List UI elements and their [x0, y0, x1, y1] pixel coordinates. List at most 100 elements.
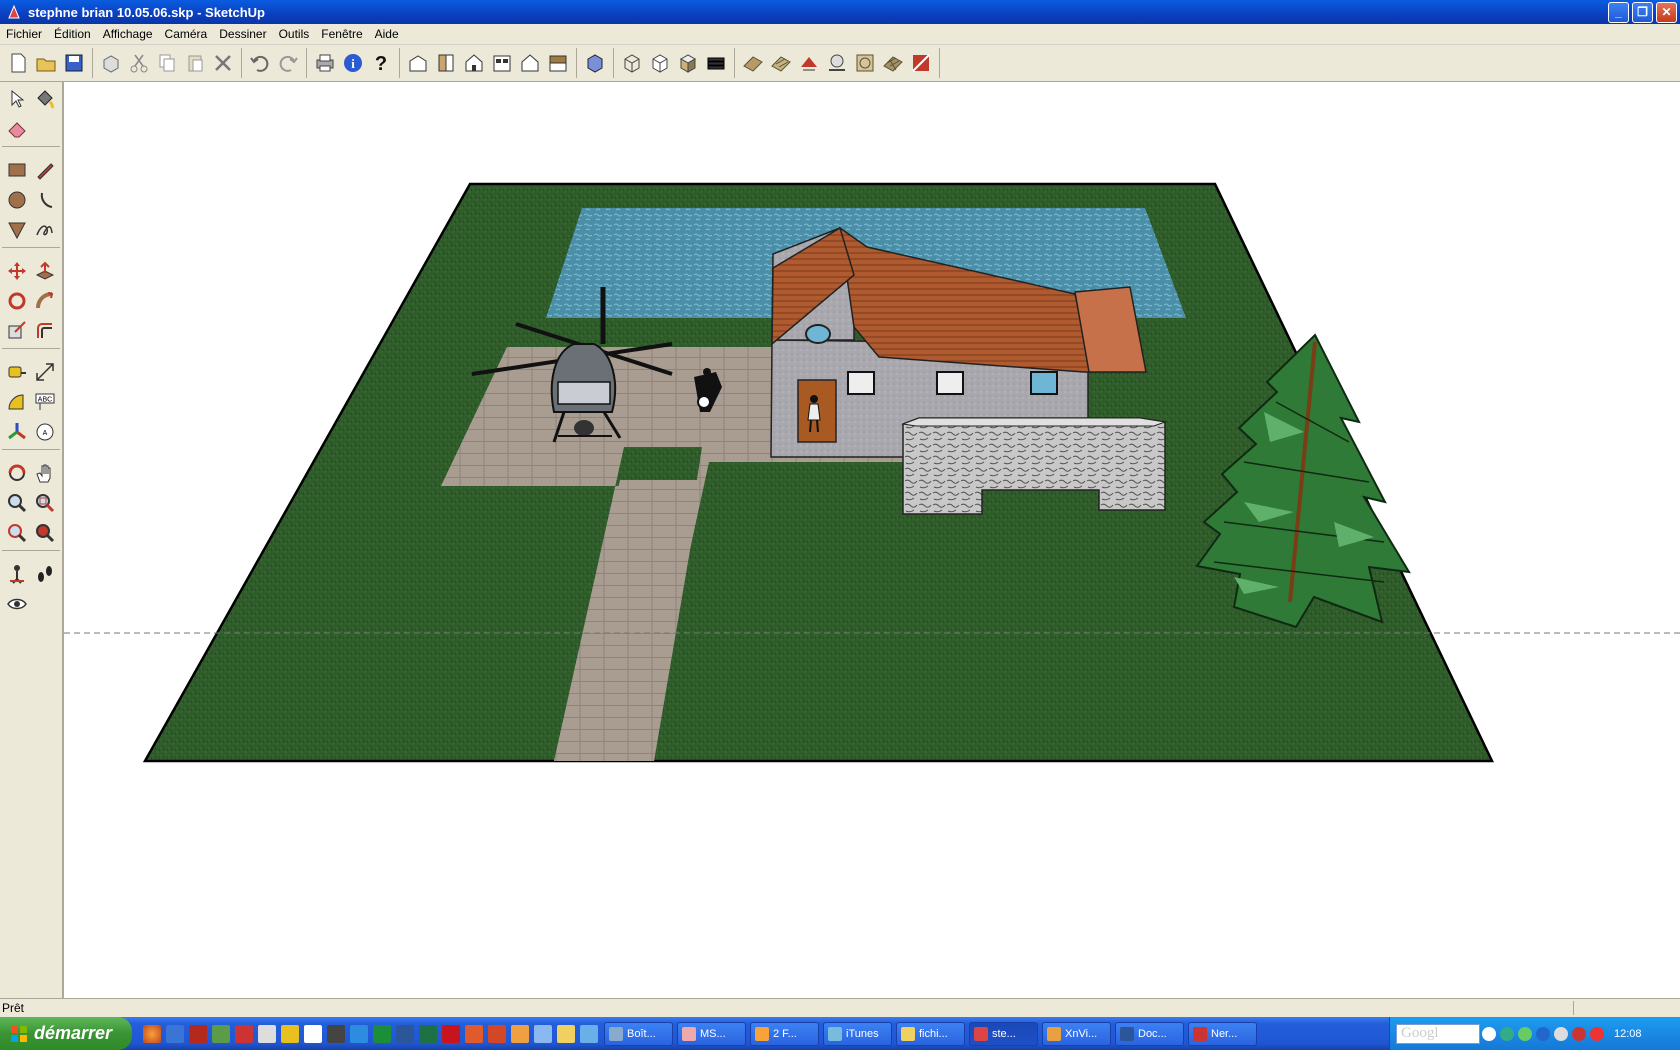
walk-footprints-icon[interactable]	[31, 560, 59, 588]
media-icon[interactable]	[257, 1024, 276, 1043]
zoom-window-icon[interactable]	[31, 489, 59, 517]
outlook-icon[interactable]	[165, 1024, 184, 1043]
folder-icon[interactable]	[556, 1024, 575, 1043]
hidden-line-icon[interactable]	[646, 49, 674, 77]
shaded-textures-icon[interactable]	[702, 49, 730, 77]
redo-icon[interactable]	[274, 49, 302, 77]
drape-icon[interactable]	[851, 49, 879, 77]
scale-icon[interactable]	[3, 317, 31, 345]
word-icon[interactable]	[395, 1024, 414, 1043]
menu-fichier[interactable]: Fichier	[0, 27, 48, 41]
task-button[interactable]: Boît...	[604, 1021, 673, 1046]
excel-icon[interactable]	[418, 1024, 437, 1043]
open-folder-icon[interactable]	[32, 49, 60, 77]
rotate-icon[interactable]	[3, 287, 31, 315]
paint-bucket-icon[interactable]	[31, 85, 59, 113]
tray-security-icon[interactable]	[1572, 1026, 1586, 1041]
rectangle-icon[interactable]	[3, 156, 31, 184]
copy-icon[interactable]	[153, 49, 181, 77]
front-view-icon[interactable]	[460, 49, 488, 77]
orbit-icon[interactable]	[3, 459, 31, 487]
notes-icon[interactable]	[303, 1024, 322, 1043]
arc-icon[interactable]	[31, 186, 59, 214]
model-info-icon[interactable]: i	[339, 49, 367, 77]
paint-icon[interactable]	[211, 1024, 230, 1043]
media-player-icon[interactable]	[372, 1024, 391, 1043]
position-camera-icon[interactable]	[3, 560, 31, 588]
menu-camera[interactable]: Caméra	[159, 27, 214, 41]
task-button[interactable]: Ner...	[1188, 1021, 1257, 1046]
menu-edition[interactable]: Édition	[48, 27, 97, 41]
text-label-icon[interactable]: ABC	[31, 388, 59, 416]
polygon-icon[interactable]	[3, 216, 31, 244]
follow-me-icon[interactable]	[31, 287, 59, 315]
zoom-icon[interactable]	[3, 489, 31, 517]
model-scene[interactable]	[64, 82, 1680, 998]
smoove-icon[interactable]	[795, 49, 823, 77]
pan-hand-icon[interactable]	[31, 459, 59, 487]
tray-antivirus-icon[interactable]	[1590, 1026, 1604, 1041]
new-file-icon[interactable]	[4, 49, 32, 77]
iso-view-icon[interactable]	[404, 49, 432, 77]
search-icon[interactable]	[533, 1024, 552, 1043]
zoom-extents-icon[interactable]	[3, 519, 31, 547]
measurements-box[interactable]	[1573, 1001, 1680, 1015]
menu-aide[interactable]: Aide	[369, 27, 405, 41]
task-button[interactable]: 2 F...	[750, 1021, 819, 1046]
top-view-icon[interactable]	[432, 49, 460, 77]
save-icon[interactable]	[60, 49, 88, 77]
help-icon[interactable]: ?	[367, 49, 395, 77]
erase-x-icon[interactable]	[209, 49, 237, 77]
gear-app-icon[interactable]	[280, 1024, 299, 1043]
wireframe-icon[interactable]	[618, 49, 646, 77]
close-button[interactable]: ✕	[1656, 1, 1677, 23]
app2-icon[interactable]	[464, 1024, 483, 1043]
menu-affichage[interactable]: Affichage	[97, 27, 159, 41]
previous-view-icon[interactable]	[31, 519, 59, 547]
undo-icon[interactable]	[246, 49, 274, 77]
menu-outils[interactable]: Outils	[273, 27, 316, 41]
axes-icon[interactable]	[3, 418, 31, 446]
tray-arrow-icon[interactable]	[1482, 1026, 1496, 1041]
back-view-icon[interactable]	[516, 49, 544, 77]
app3-icon[interactable]	[510, 1024, 529, 1043]
look-around-eye-icon[interactable]	[3, 590, 31, 618]
print-icon[interactable]	[311, 49, 339, 77]
sync-icon[interactable]	[579, 1024, 598, 1043]
firefox-icon[interactable]	[142, 1024, 161, 1043]
tray-volume-icon[interactable]	[1554, 1026, 1568, 1041]
restore-button[interactable]: ❐	[1632, 1, 1653, 23]
pencil-line-icon[interactable]	[31, 156, 59, 184]
xray-icon[interactable]	[581, 49, 609, 77]
minimize-button[interactable]: _	[1608, 1, 1629, 23]
freehand-icon[interactable]	[31, 216, 59, 244]
stamp-icon[interactable]	[823, 49, 851, 77]
tray-msn-icon[interactable]	[1518, 1026, 1532, 1041]
add-detail-icon[interactable]	[879, 49, 907, 77]
task-button[interactable]: XnVi...	[1042, 1021, 1111, 1046]
task-button[interactable]: iTunes	[823, 1021, 892, 1046]
protractor-icon[interactable]	[3, 388, 31, 416]
drawing-viewport[interactable]	[64, 82, 1680, 998]
tray-network-icon[interactable]	[1500, 1026, 1514, 1041]
offset-icon[interactable]	[31, 317, 59, 345]
start-button[interactable]: démarrer	[0, 1017, 132, 1050]
google-search-box[interactable]: Googl	[1396, 1023, 1480, 1044]
3d-text-icon[interactable]: A	[31, 418, 59, 446]
flip-edge-icon[interactable]	[907, 49, 935, 77]
tools-icon[interactable]	[326, 1024, 345, 1043]
menu-dessiner[interactable]: Dessiner	[213, 27, 272, 41]
circle-icon[interactable]	[3, 186, 31, 214]
tray-bluetooth-icon[interactable]	[1536, 1026, 1550, 1041]
app-icon[interactable]	[234, 1024, 253, 1043]
tape-measure-icon[interactable]	[3, 358, 31, 386]
select-arrow-icon[interactable]	[3, 85, 31, 113]
menu-fenetre[interactable]: Fenêtre	[315, 27, 368, 41]
eraser-icon[interactable]	[3, 115, 31, 143]
powerpoint-icon[interactable]	[487, 1024, 506, 1043]
acrobat-icon[interactable]	[441, 1024, 460, 1043]
filezilla-icon[interactable]	[188, 1024, 207, 1043]
left-view-icon[interactable]	[544, 49, 572, 77]
push-pull-icon[interactable]	[31, 257, 59, 285]
task-button[interactable]: fichi...	[896, 1021, 965, 1046]
